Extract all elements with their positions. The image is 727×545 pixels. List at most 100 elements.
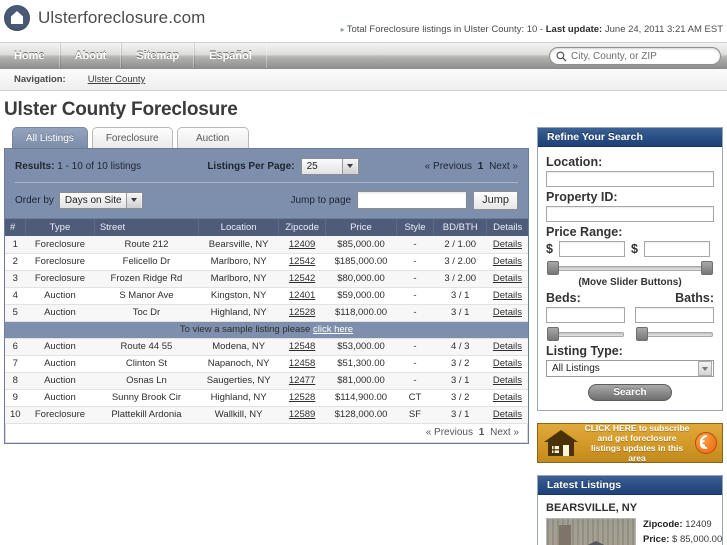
zipcode-link[interactable]: 12409: [289, 239, 315, 250]
listings-per-page-select[interactable]: 25: [300, 157, 359, 175]
cell-details[interactable]: Details: [486, 372, 528, 390]
cell-details[interactable]: Details: [486, 338, 528, 356]
zipcode-link[interactable]: 12548: [289, 341, 315, 352]
col-style[interactable]: Style: [396, 219, 434, 236]
table-row[interactable]: 7 Auction Clinton St Napanoch, NY 12458 $51,3…: [5, 355, 528, 373]
zipcode-link[interactable]: 12458: [289, 358, 315, 369]
cell-zip[interactable]: 12542: [278, 253, 326, 271]
tab-auction[interactable]: Auction: [176, 127, 249, 148]
pager-page-1[interactable]: 1: [478, 161, 484, 172]
pager-previous-bottom[interactable]: « Previous: [426, 427, 473, 438]
jump-button[interactable]: Jump: [473, 190, 518, 210]
zipcode-link[interactable]: 12528: [289, 392, 315, 403]
pager-previous[interactable]: « Previous: [425, 161, 472, 172]
beds-slider[interactable]: [547, 327, 624, 341]
nav-item-espanol[interactable]: Español: [194, 43, 267, 68]
pager-next[interactable]: Next »: [489, 161, 518, 172]
jump-to-page-input[interactable]: [357, 191, 468, 209]
details-link[interactable]: Details: [493, 256, 522, 267]
price-max-input[interactable]: [643, 241, 710, 257]
table-row[interactable]: 1 Foreclosure Route 212 Bearsville, NY 12409…: [5, 236, 528, 254]
details-link[interactable]: Details: [493, 375, 522, 386]
table-row[interactable]: 6 Auction Route 44 55 Modena, NY 12548 $53,00…: [5, 338, 528, 356]
nav-item-home[interactable]: Home: [0, 43, 60, 68]
cell-zip[interactable]: 12548: [278, 338, 326, 356]
col-price[interactable]: Price: [325, 219, 397, 236]
details-link[interactable]: Details: [493, 358, 522, 369]
table-row[interactable]: 3 Foreclosure Frozen Ridge Rd Marlboro, NY 1…: [5, 270, 528, 288]
zipcode-link[interactable]: 12542: [289, 273, 315, 284]
pager-page-1-bottom[interactable]: 1: [479, 427, 485, 438]
tab-foreclosure[interactable]: Foreclosure: [91, 127, 173, 148]
details-link[interactable]: Details: [493, 341, 522, 352]
cell-price: $80,000.00: [325, 270, 397, 288]
cell-zip[interactable]: 12528: [278, 304, 326, 322]
table-row[interactable]: 5 Auction Toc Dr Highland, NY 12528 $118,000.…: [5, 304, 528, 322]
breadcrumb-item-ulster-county[interactable]: Ulster County: [88, 74, 146, 85]
beds-slider-knob[interactable]: [547, 327, 559, 341]
cell-details[interactable]: Details: [486, 287, 528, 305]
property-id-input[interactable]: [546, 206, 714, 222]
details-link[interactable]: Details: [493, 307, 522, 318]
price-min-input[interactable]: [558, 241, 625, 257]
slider-knob-max[interactable]: [701, 261, 713, 275]
details-link[interactable]: Details: [493, 392, 522, 403]
cell-zip[interactable]: 12458: [278, 355, 326, 373]
rss-icon[interactable]: [695, 432, 717, 454]
cell-details[interactable]: Details: [486, 253, 528, 271]
table-row[interactable]: 9 Auction Sunny Brook Cir Highland, NY 12528…: [5, 389, 528, 407]
col-street[interactable]: Street: [94, 219, 200, 236]
cell-details[interactable]: Details: [486, 236, 528, 254]
latest-listing-item[interactable]: Zipcode: 12409 Price: $ 85,000.00 Style:…: [546, 518, 722, 545]
table-row[interactable]: 4 Auction S Manor Ave Kingston, NY 12401 $59,…: [5, 287, 528, 305]
cell-details[interactable]: Details: [486, 270, 528, 288]
col-zipcode[interactable]: Zipcode: [278, 219, 326, 236]
order-by-select[interactable]: Days on Site: [58, 191, 143, 209]
cell-details[interactable]: Details: [486, 406, 528, 424]
location-input[interactable]: [546, 171, 714, 187]
cell-details[interactable]: Details: [486, 355, 528, 373]
cell-zip[interactable]: 12528: [278, 389, 326, 407]
latest-listing-photo[interactable]: [546, 518, 636, 545]
zipcode-link[interactable]: 12528: [289, 307, 315, 318]
details-link[interactable]: Details: [493, 290, 522, 301]
listing-type-select[interactable]: All Listings: [546, 360, 714, 377]
cell-zip[interactable]: 12409: [278, 236, 326, 254]
site-logo[interactable]: Ulsterforeclosure.com: [4, 5, 205, 31]
cell-zip[interactable]: 12542: [278, 270, 326, 288]
col-num[interactable]: #: [5, 219, 27, 236]
zipcode-link[interactable]: 12477: [289, 375, 315, 386]
baths-slider[interactable]: [636, 327, 713, 341]
table-row[interactable]: 10 Foreclosure Plattekill Ardonia Wallkill,…: [5, 406, 528, 424]
col-details[interactable]: Details: [486, 219, 528, 236]
cell-details[interactable]: Details: [486, 304, 528, 322]
slider-knob-min[interactable]: [547, 261, 559, 275]
cell-details[interactable]: Details: [486, 389, 528, 407]
pager-next-bottom[interactable]: Next »: [490, 427, 519, 438]
cell-zip[interactable]: 12477: [278, 372, 326, 390]
zipcode-link[interactable]: 12542: [289, 256, 315, 267]
cell-zip[interactable]: 12401: [278, 287, 326, 305]
baths-input[interactable]: [635, 307, 714, 323]
col-type[interactable]: Type: [25, 219, 95, 236]
details-link[interactable]: Details: [493, 409, 522, 420]
zipcode-link[interactable]: 12589: [289, 409, 315, 420]
nav-item-sitemap[interactable]: Sitemap: [121, 43, 195, 68]
sample-listing-link[interactable]: click here: [313, 324, 353, 335]
col-bdbth[interactable]: BD/BTH: [433, 219, 488, 236]
search-input[interactable]: City, County, or ZIP: [549, 47, 721, 65]
zipcode-link[interactable]: 12401: [289, 290, 315, 301]
beds-input[interactable]: [546, 307, 625, 323]
details-link[interactable]: Details: [493, 273, 522, 284]
tab-all-listings[interactable]: All Listings: [12, 127, 88, 148]
cell-zip[interactable]: 12589: [278, 406, 326, 424]
baths-slider-knob[interactable]: [636, 327, 648, 341]
table-row[interactable]: 2 Foreclosure Felicello Dr Marlboro, NY 1254…: [5, 253, 528, 271]
nav-item-about[interactable]: About: [59, 43, 122, 68]
details-link[interactable]: Details: [493, 239, 522, 250]
subscribe-banner[interactable]: CLICK HERE to subscribe and get foreclos…: [537, 423, 723, 463]
refine-search-button[interactable]: Search: [588, 384, 672, 401]
table-row[interactable]: 8 Auction Osnas Ln Saugerties, NY 12477 $81,0…: [5, 372, 528, 390]
col-location[interactable]: Location: [198, 219, 280, 236]
price-range-slider[interactable]: [547, 261, 713, 275]
